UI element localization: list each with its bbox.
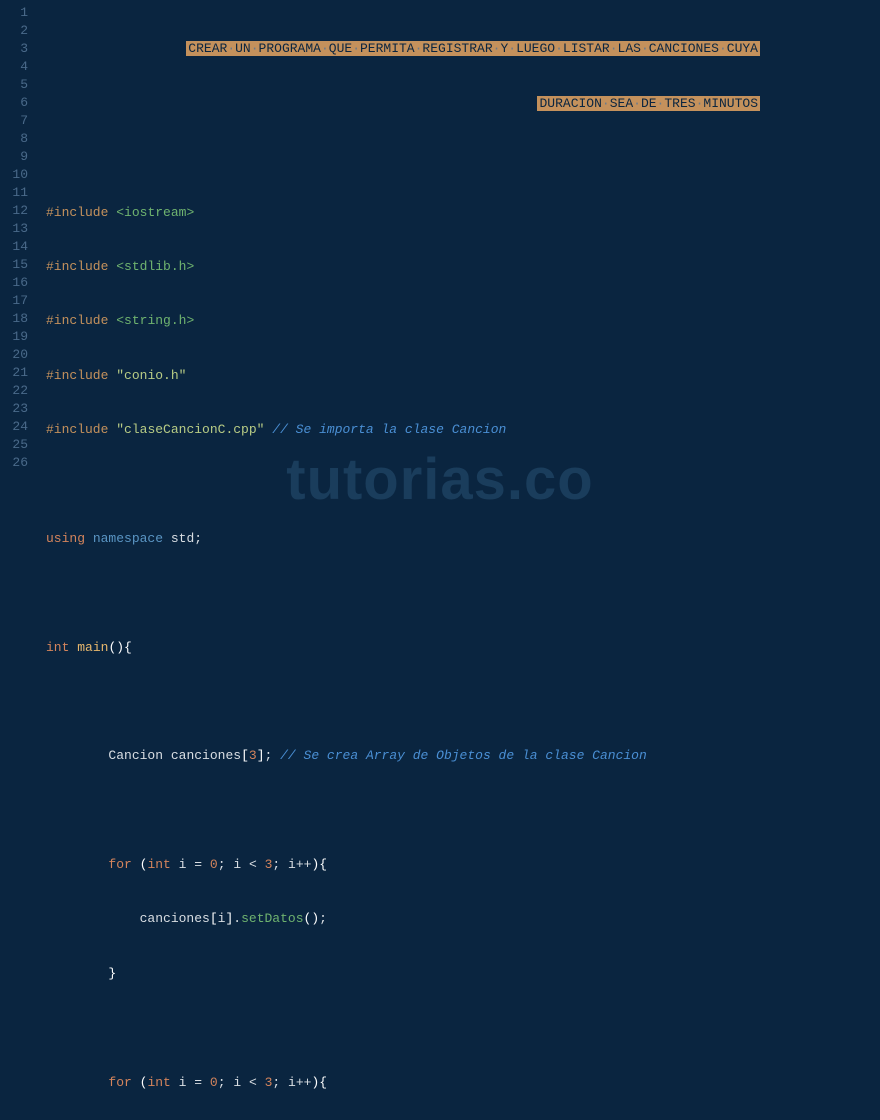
line-number: 26 (0, 454, 28, 472)
code-line: #include "claseCancionC.cpp" // Se impor… (46, 421, 880, 439)
line-number: 10 (0, 166, 28, 184)
code-line: #include "conio.h" (46, 367, 880, 385)
code-line (46, 693, 880, 711)
line-number: 21 (0, 364, 28, 382)
line-number: 14 (0, 238, 28, 256)
code-line: #include <string.h> (46, 312, 880, 330)
line-number: 11 (0, 184, 28, 202)
code-line: #include <iostream> (46, 204, 880, 222)
line-number: 8 (0, 130, 28, 148)
highlight-text: CREAR·UN·PROGRAMA·QUE·PERMITA·REGISTRAR·… (186, 41, 760, 56)
code-line (46, 802, 880, 820)
line-number: 13 (0, 220, 28, 238)
code-line (46, 149, 880, 167)
code-line: Cancion canciones[3]; // Se crea Array d… (46, 747, 880, 765)
line-number: 19 (0, 328, 28, 346)
line-number: 9 (0, 148, 28, 166)
line-number: 22 (0, 382, 28, 400)
code-line: int main(){ (46, 639, 880, 657)
line-number: 24 (0, 418, 28, 436)
code-line: using namespace std; (46, 530, 880, 548)
line-number: 4 (0, 58, 28, 76)
code-line (46, 1019, 880, 1037)
line-number: 3 (0, 40, 28, 58)
line-number: 16 (0, 274, 28, 292)
code-line: for (int i = 0; i < 3; i++){ (46, 856, 880, 874)
line-number: 25 (0, 436, 28, 454)
code-line (46, 584, 880, 602)
code-line: #include <stdlib.h> (46, 258, 880, 276)
watermark-logo: tutorias.co (286, 439, 594, 520)
line-number: 20 (0, 346, 28, 364)
line-number: 7 (0, 112, 28, 130)
line-number: 18 (0, 310, 28, 328)
line-number-gutter: 1234567891011121314151617181920212223242… (0, 0, 38, 560)
code-line: for (int i = 0; i < 3; i++){ (46, 1074, 880, 1092)
code-line: CREAR·UN·PROGRAMA·QUE·PERMITA·REGISTRAR·… (46, 40, 880, 58)
line-number: 5 (0, 76, 28, 94)
line-number: 15 (0, 256, 28, 274)
code-line: } (46, 965, 880, 983)
line-number: 23 (0, 400, 28, 418)
line-number: 2 (0, 22, 28, 40)
highlight-text: DURACION·SEA·DE·TRES·MINUTOS (537, 96, 760, 111)
line-number: 12 (0, 202, 28, 220)
line-number: 1 (0, 4, 28, 22)
line-number: 6 (0, 94, 28, 112)
line-number: 17 (0, 292, 28, 310)
code-line: DURACION·SEA·DE·TRES·MINUTOS (46, 95, 880, 113)
code-line: canciones[i].setDatos(); (46, 910, 880, 928)
